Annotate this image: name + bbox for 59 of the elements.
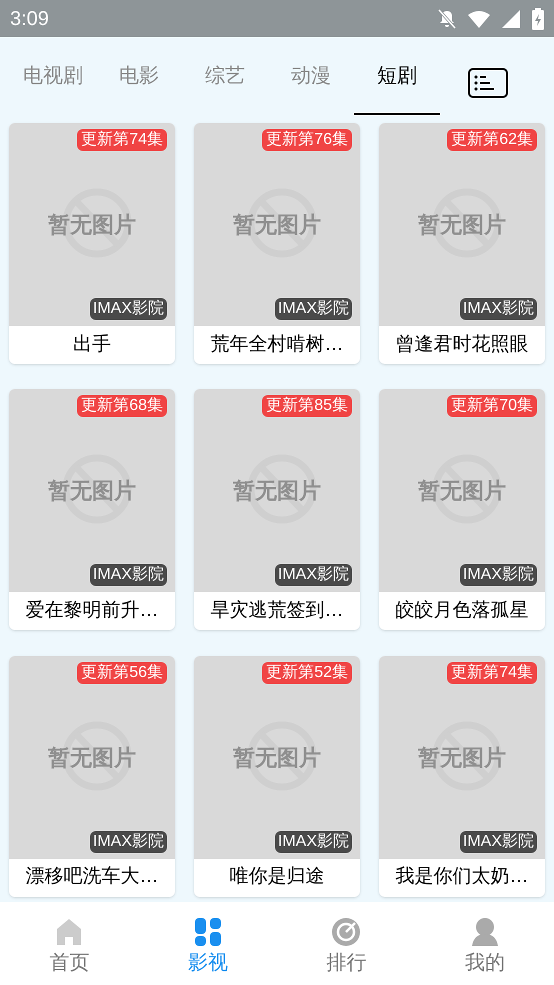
source-badge: IMAX影院 [90, 298, 167, 320]
video-title: 我是你们太奶… [396, 865, 528, 890]
video-card[interactable]: 更新第52集 暂无图片 IMAX影院 唯你是归途 [194, 656, 360, 897]
source-badge: IMAX影院 [274, 564, 352, 586]
video-title: 漂移吧洗车大… [26, 865, 158, 890]
video-card[interactable]: 更新第85集 暂无图片 IMAX影院 旱灾逃荒签到… [194, 389, 360, 630]
video-title: 皎皎月色落孤星 [396, 599, 528, 624]
no-image-text: 暂无图片 [233, 211, 321, 239]
source-badge: IMAX影院 [274, 298, 352, 320]
battery-icon [532, 8, 544, 30]
episode-badge: 更新第68集 [77, 395, 167, 418]
list-icon[interactable] [468, 68, 508, 98]
video-title: 旱灾逃荒签到… [210, 599, 344, 624]
episode-badge: 更新第74集 [77, 129, 167, 151]
video-card[interactable]: 更新第70集 暂无图片 IMAX影院 皎皎月色落孤星 [379, 389, 545, 630]
source-badge: IMAX影院 [460, 298, 537, 320]
source-badge: IMAX影院 [90, 830, 167, 853]
episode-badge: 更新第85集 [262, 395, 352, 418]
episode-badge: 更新第52集 [262, 662, 352, 684]
video-title: 曾逢君时花照眼 [396, 332, 528, 357]
video-card[interactable]: 更新第68集 暂无图片 IMAX影院 爱在黎明前升… [9, 389, 175, 630]
source-badge: IMAX影院 [460, 564, 537, 586]
episode-badge: 更新第56集 [77, 662, 167, 684]
source-badge: IMAX影院 [90, 564, 167, 586]
no-image-text: 暂无图片 [418, 211, 506, 239]
source-badge: IMAX影院 [274, 830, 352, 853]
nav-tab[interactable]: 排行 [277, 902, 416, 985]
no-image-text: 暂无图片 [48, 744, 136, 772]
video-card[interactable]: 更新第76集 暂无图片 IMAX影院 荒年全村啃树… [194, 123, 360, 364]
home-icon [56, 918, 82, 946]
user-icon [472, 918, 498, 946]
signal-icon [502, 10, 520, 28]
no-image-text: 暂无图片 [233, 477, 321, 506]
episode-badge: 更新第70集 [447, 395, 537, 418]
video-title: 荒年全村啃树… [210, 332, 344, 357]
category-tab[interactable]: 短剧 [354, 39, 440, 115]
episode-badge: 更新第62集 [447, 129, 537, 151]
episode-badge: 更新第76集 [262, 129, 352, 151]
video-title: 爱在黎明前升… [26, 599, 158, 624]
video-title: 出手 [73, 332, 111, 357]
no-image-text: 暂无图片 [48, 477, 136, 506]
episode-badge: 更新第74集 [447, 662, 537, 684]
video-card[interactable]: 更新第62集 暂无图片 IMAX影院 曾逢君时花照眼 [379, 123, 545, 364]
no-image-text: 暂无图片 [48, 211, 136, 239]
no-image-text: 暂无图片 [418, 744, 506, 772]
target-icon [332, 918, 360, 946]
video-card[interactable]: 更新第74集 暂无图片 IMAX影院 我是你们太奶… [379, 656, 545, 897]
wifi-icon [468, 10, 490, 28]
grid-icon [194, 918, 221, 946]
video-title: 唯你是归途 [230, 865, 324, 890]
no-image-text: 暂无图片 [418, 477, 506, 506]
source-badge: IMAX影院 [460, 830, 537, 853]
nav-tab[interactable]: 我的 [416, 902, 554, 985]
no-image-text: 暂无图片 [233, 744, 321, 772]
video-card[interactable]: 更新第74集 暂无图片 IMAX影院 出手 [9, 123, 175, 364]
nav-tab[interactable]: 首页 [0, 902, 138, 985]
status-time: 3:09 [10, 6, 49, 32]
bell-off-icon [438, 8, 456, 28]
video-card[interactable]: 更新第56集 暂无图片 IMAX影院 漂移吧洗车大… [9, 656, 175, 897]
